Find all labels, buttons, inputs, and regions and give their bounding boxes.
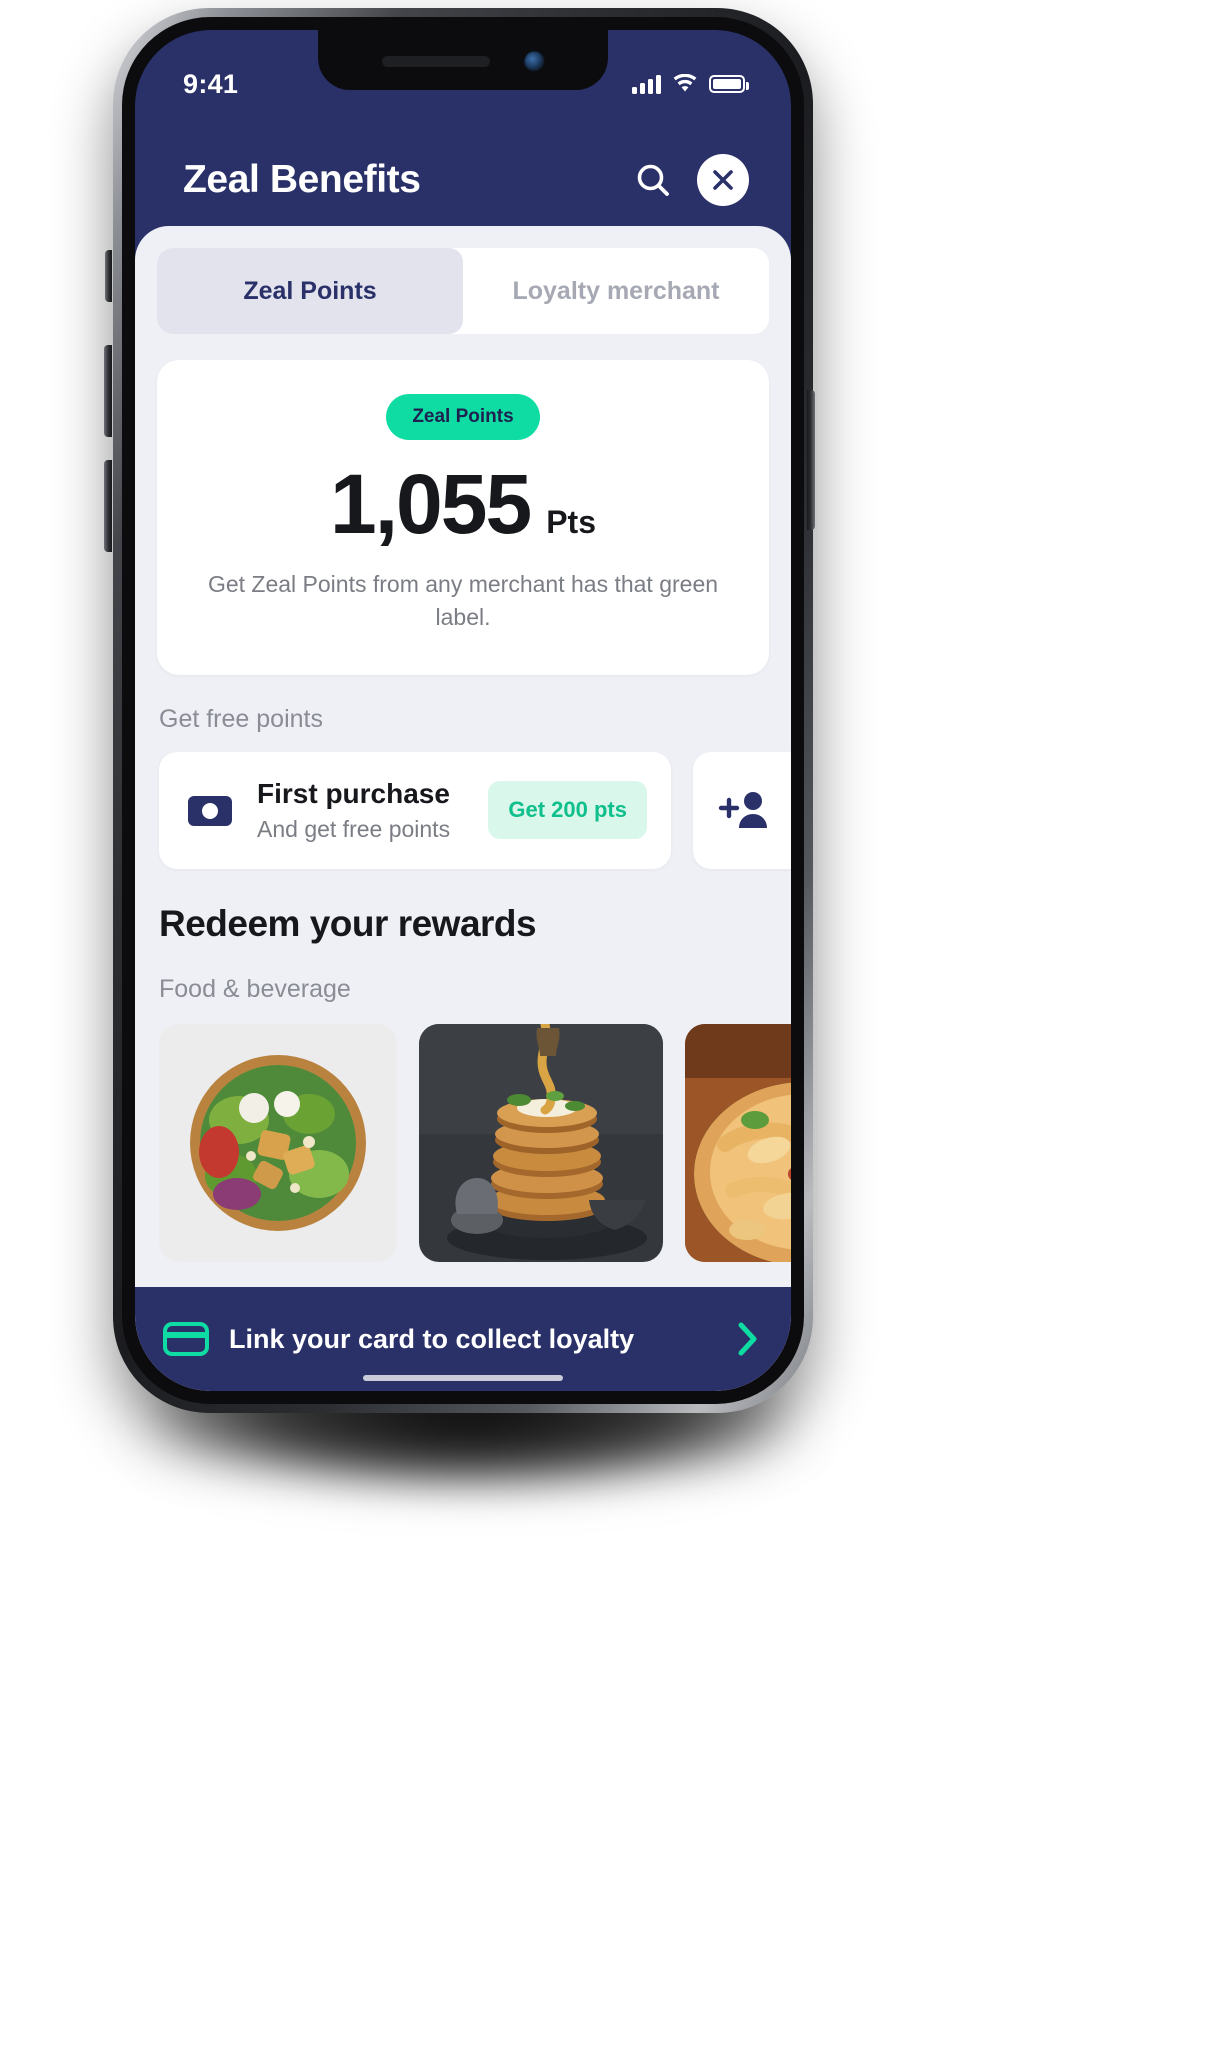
food-beverage-label: Food & beverage [159, 974, 351, 1003]
free-points-card-invite[interactable] [693, 751, 791, 869]
free-points-card-first-purchase[interactable]: First purchase And get free points Get 2… [159, 751, 671, 869]
tab-zeal-points-label: Zeal Points [243, 276, 377, 305]
close-button[interactable] [697, 154, 749, 206]
tab-loyalty-merchant[interactable]: Loyalty merchant [463, 248, 769, 334]
volume-up-button[interactable] [104, 345, 112, 437]
link-card-label: Link your card to collect loyalty [229, 1323, 635, 1354]
battery-icon [709, 75, 749, 93]
segmented-tabs: Zeal Points Loyalty merchant [157, 248, 769, 334]
status-time: 9:41 [183, 68, 239, 99]
home-indicator [363, 1375, 563, 1381]
zeal-points-badge: Zeal Points [386, 394, 540, 440]
credit-card-icon [163, 1322, 209, 1356]
free-points-card-subtitle: And get free points [257, 815, 451, 842]
phone-screen: 9:41 Zeal Benefits Zeal Points Loyalty m… [135, 30, 791, 1391]
phone-frame: 9:41 Zeal Benefits Zeal Points Loyalty m… [113, 8, 813, 1413]
rewards-tiles[interactable] [135, 1004, 791, 1262]
free-points-carousel[interactable]: First purchase And get free points Get 2… [135, 734, 791, 869]
search-button[interactable] [633, 160, 673, 200]
points-amount: 1,055 [329, 457, 532, 551]
power-button[interactable] [807, 390, 815, 530]
tab-loyalty-merchant-label: Loyalty merchant [512, 276, 720, 305]
free-points-card-text: First purchase And get free points [257, 778, 468, 843]
cellular-signal-icon [632, 74, 661, 94]
close-icon [713, 170, 733, 190]
pizza-photo [685, 1023, 791, 1262]
free-points-card-title: First purchase [257, 777, 450, 809]
earpiece-speaker [381, 55, 490, 67]
app-header: Zeal Benefits [135, 116, 791, 244]
reward-tile-pizza[interactable] [685, 1023, 791, 1262]
close-circle [697, 154, 749, 206]
notch [318, 30, 608, 90]
tab-zeal-points[interactable]: Zeal Points [157, 248, 463, 334]
points-card: Zeal Points 1,055 Pts Get Zeal Points fr… [157, 360, 769, 675]
pancake-stack-photo [419, 1023, 663, 1262]
chevron-right-button[interactable] [735, 1319, 761, 1359]
volume-down-button[interactable] [104, 460, 112, 552]
points-value-row: 1,055 Pts [191, 462, 735, 546]
phone-bezel: 9:41 Zeal Benefits Zeal Points Loyalty m… [122, 17, 804, 1404]
scroll-container[interactable]: Zeal Points Loyalty merchant Zeal Points… [135, 226, 791, 1391]
search-icon [637, 164, 669, 196]
salad-bowl-photo [159, 1023, 397, 1262]
points-unit: Pts [546, 504, 596, 540]
get-free-points-label: Get free points [159, 704, 323, 733]
add-person-icon [718, 792, 767, 829]
page-title: Zeal Benefits [183, 158, 421, 201]
points-description: Get Zeal Points from any merchant has th… [207, 571, 719, 631]
front-camera-icon [523, 50, 545, 72]
reward-tile-pancakes[interactable] [419, 1023, 663, 1262]
wifi-icon [673, 74, 697, 92]
reward-tile-salad[interactable] [159, 1023, 397, 1262]
status-icons [632, 74, 749, 94]
redeem-rewards-title: Redeem your rewards [159, 902, 537, 944]
free-points-card-pill[interactable]: Get 200 pts [488, 781, 647, 840]
header-actions [633, 154, 749, 206]
screenshot-stage: 9:41 Zeal Benefits Zeal Points Loyalty m… [0, 0, 1217, 2060]
money-card-icon [188, 796, 232, 827]
mute-switch[interactable] [105, 250, 112, 302]
chevron-right-icon [738, 1322, 757, 1356]
content-sheet: Zeal Points Loyalty merchant Zeal Points… [135, 226, 791, 1391]
